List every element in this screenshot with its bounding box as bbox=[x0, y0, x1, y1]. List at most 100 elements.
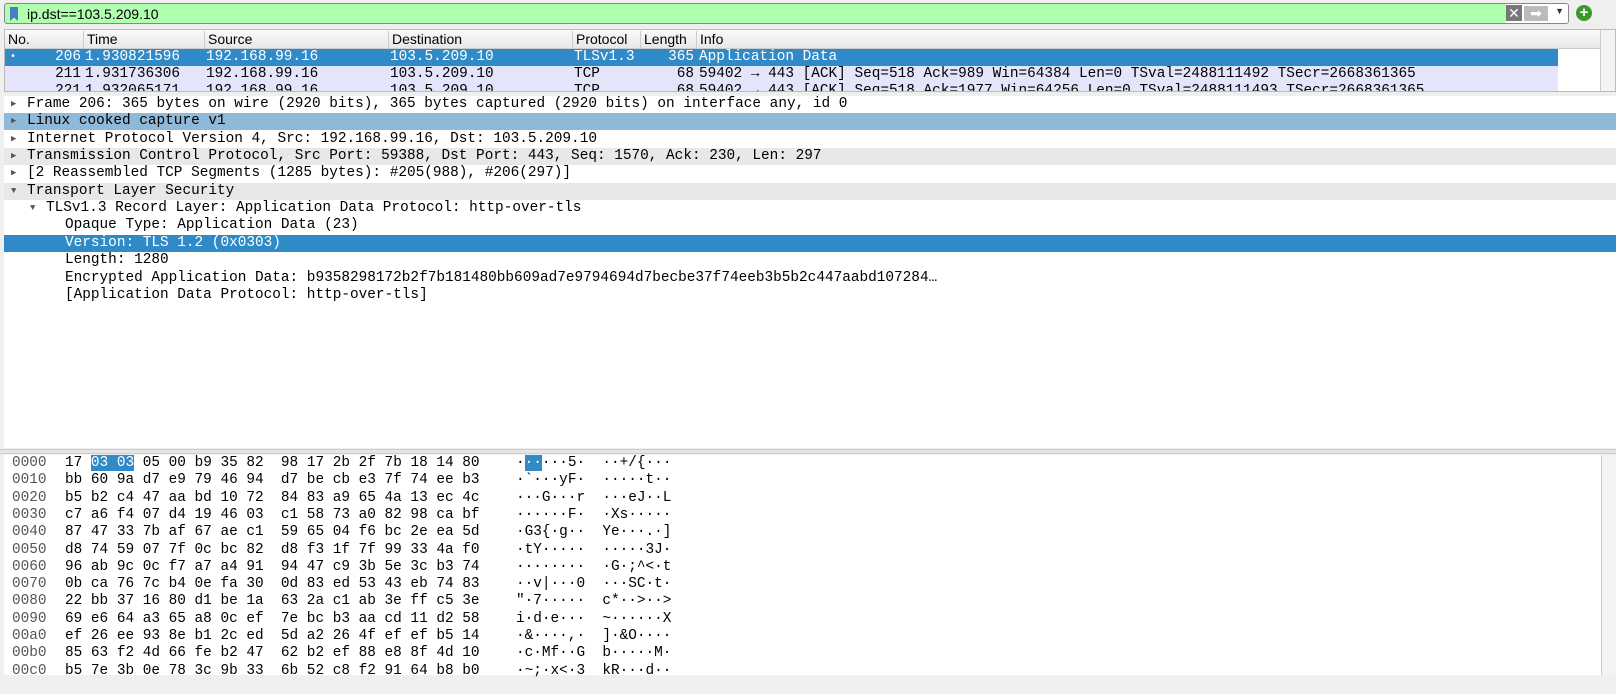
ascii-group: ·&····,· ]·&O···· bbox=[516, 628, 672, 644]
hex-offset: 0080 bbox=[12, 593, 47, 610]
detail-row[interactable]: [Application Data Protocol: http-over-tl… bbox=[4, 287, 1616, 304]
detail-text: Encrypted Application Data: b9358298172b… bbox=[65, 269, 938, 286]
detail-text: Transport Layer Security bbox=[27, 182, 235, 199]
chevron-down-icon[interactable]: ▼ bbox=[1555, 6, 1564, 16]
hex-row: 0060 96 ab 9c 0c f7 a7 a4 91 94 47 c9 3b … bbox=[4, 559, 1594, 576]
hex-byte-group: 85 63 f2 4d 66 fe b2 47 62 b2 ef 88 e8 8… bbox=[65, 645, 480, 662]
collapsed-arrow-icon[interactable]: ▶ bbox=[11, 165, 16, 182]
cell-time: 1.930821596 bbox=[85, 49, 180, 65]
cell-dst: 103.5.209.10 bbox=[390, 66, 494, 82]
hex-row: 0040 87 47 33 7b af 67 ae c1 59 65 04 f6 … bbox=[4, 524, 1594, 541]
detail-row[interactable]: ▼ Transport Layer Security bbox=[4, 182, 1616, 200]
detail-row[interactable]: ▶ [2 Reassembled TCP Segments (1285 bytes… bbox=[4, 165, 1616, 182]
hex-row: 0080 22 bb 37 16 80 d1 be 1a 63 2a c1 ab … bbox=[4, 593, 1594, 610]
expanded-arrow-icon[interactable]: ▼ bbox=[11, 183, 16, 200]
column-length[interactable]: Length bbox=[640, 31, 687, 49]
detail-row[interactable]: ▶ Internet Protocol Version 4, Src: 192.1… bbox=[4, 131, 1616, 148]
column-protocol[interactable]: Protocol bbox=[572, 31, 627, 49]
detail-row[interactable]: ▼ TLSv1.3 Record Layer: Application Data … bbox=[4, 200, 1616, 217]
plus-icon[interactable]: + bbox=[1576, 5, 1592, 21]
detail-row[interactable]: Encrypted Application Data: b9358298172b… bbox=[4, 270, 1616, 287]
collapsed-arrow-icon[interactable]: ▶ bbox=[11, 113, 16, 130]
hex-row: 00c0 b5 7e 3b 0e 78 3c 9b 33 6b 52 c8 f2 … bbox=[4, 663, 1594, 680]
hex-ascii[interactable]: "·7····· c*··>··> bbox=[516, 593, 671, 610]
hex-bytes[interactable]: b5 b2 c4 47 aa bd 10 72 84 83 a9 65 4a 1… bbox=[65, 490, 480, 507]
packet-row[interactable]: 221 1.932065171 192.168.99.16 103.5.209.10 T… bbox=[5, 83, 1558, 92]
hex-bytes[interactable]: 22 bb 37 16 80 d1 be 1a 63 2a c1 ab 3e f… bbox=[65, 593, 480, 610]
column-no[interactable]: No. bbox=[5, 31, 30, 49]
detail-row[interactable]: Opaque Type: Application Data (23) bbox=[4, 217, 1616, 234]
hex-offset: 00b0 bbox=[12, 645, 47, 662]
hex-row: 0010 bb 60 9a d7 e9 79 46 94 d7 be cb e3 … bbox=[4, 472, 1594, 489]
detail-text: Length: 1280 bbox=[65, 252, 169, 269]
bookmark-icon[interactable] bbox=[10, 7, 18, 21]
hex-row: 0090 69 e6 64 a3 65 a8 0c ef 7e bc b3 aa … bbox=[4, 611, 1594, 628]
hex-bytes[interactable]: c7 a6 f4 07 d4 19 46 03 c1 58 73 a0 82 9… bbox=[65, 507, 480, 524]
hex-row: 00b0 85 63 f2 4d 66 fe b2 47 62 b2 ef 88 … bbox=[4, 645, 1594, 662]
hex-byte-group: 05 00 b9 35 82 98 17 2b 2f 7b 18 14 80 bbox=[142, 455, 480, 471]
hex-ascii[interactable]: ········ ·G·;^<·t bbox=[516, 559, 671, 576]
cell-info: 59402 → 443 [ACK] Seq=518 Ack=989 Win=64… bbox=[699, 66, 1416, 82]
detail-row[interactable]: ▶ Transmission Control Protocol, Src Port… bbox=[4, 148, 1616, 166]
arrow-right-icon[interactable]: ➡ bbox=[1524, 6, 1548, 21]
hex-ascii[interactable]: ·G3{·g·· Ye···.·] bbox=[516, 524, 671, 541]
ascii-group: ·tY····· ·····3J· bbox=[516, 541, 672, 558]
expanded-arrow-icon[interactable]: ▼ bbox=[30, 200, 35, 217]
hex-bytes[interactable]: 85 63 f2 4d 66 fe b2 47 62 b2 ef 88 e8 8… bbox=[65, 645, 480, 662]
hex-offset: 0010 bbox=[12, 472, 47, 489]
column-info[interactable]: Info bbox=[696, 31, 1566, 49]
hex-bytes[interactable]: ef 26 ee 93 8e b1 2c ed 5d a2 26 4f ef e… bbox=[65, 628, 480, 645]
hex-ascii[interactable]: ··v|···0 ···SC·t· bbox=[516, 576, 671, 593]
collapsed-arrow-icon[interactable]: ▶ bbox=[11, 148, 16, 165]
hex-ascii[interactable]: ·&····,· ]·&O···· bbox=[516, 628, 671, 645]
ascii-group: ··v|···0 ···SC·t· bbox=[516, 576, 672, 593]
hex-bytes[interactable]: b5 7e 3b 0e 78 3c 9b 33 6b 52 c8 f2 91 6… bbox=[65, 663, 480, 680]
hex-ascii[interactable]: ·c·Mf··G b·····M· bbox=[516, 645, 671, 662]
detail-text: Internet Protocol Version 4, Src: 192.16… bbox=[27, 130, 597, 147]
hex-row: 00a0 ef 26 ee 93 8e b1 2c ed 5d a2 26 4f … bbox=[4, 628, 1594, 645]
cell-no: 206 bbox=[55, 49, 81, 65]
detail-row[interactable]: Version: TLS 1.2 (0x0303) bbox=[4, 234, 1616, 252]
hex-offset: 0000 bbox=[12, 455, 47, 471]
collapsed-arrow-icon[interactable]: ▶ bbox=[11, 131, 16, 148]
column-source[interactable]: Source bbox=[204, 31, 252, 49]
cell-proto: TLSv1.3 bbox=[574, 49, 635, 65]
pane-splitter[interactable] bbox=[0, 449, 1616, 454]
collapsed-arrow-icon[interactable]: ▶ bbox=[11, 96, 16, 113]
detail-row[interactable]: ▶ Linux cooked capture v1 bbox=[4, 113, 1616, 131]
detail-row[interactable]: Length: 1280 bbox=[4, 252, 1616, 269]
hex-offset: 0050 bbox=[12, 541, 47, 558]
column-time[interactable]: Time bbox=[83, 31, 118, 49]
filter-text[interactable]: ip.dst==103.5.209.10 bbox=[27, 6, 159, 22]
hex-ascii[interactable]: ···G···r ···eJ··L bbox=[516, 490, 671, 507]
cell-dst: 103.5.209.10 bbox=[390, 83, 494, 92]
hex-bytes[interactable]: d8 74 59 07 7f 0c bc 82 d8 f3 1f 7f 99 3… bbox=[65, 542, 480, 559]
hex-ascii[interactable]: ······F· ·Xs····· bbox=[516, 507, 671, 524]
hex-bytes[interactable]: 17 03 03 05 00 b9 35 82 98 17 2b 2f 7b 1… bbox=[65, 455, 480, 472]
cell-len: 68 bbox=[676, 66, 694, 82]
packet-row[interactable]: • 206 1.930821596 192.168.99.16 103.5.209.10… bbox=[5, 49, 1558, 66]
hex-bytes[interactable]: 96 ab 9c 0c f7 a7 a4 91 94 47 c9 3b 5e 3… bbox=[65, 559, 480, 576]
packet-bytes-scrollbar[interactable] bbox=[1601, 455, 1616, 675]
hex-bytes[interactable]: 87 47 33 7b af 67 ae c1 59 65 04 f6 bc 2… bbox=[65, 524, 480, 541]
hex-bytes[interactable]: 69 e6 64 a3 65 a8 0c ef 7e bc b3 aa cd 1… bbox=[65, 611, 480, 628]
packet-row[interactable]: 211 1.931736306 192.168.99.16 103.5.209.10 T… bbox=[5, 66, 1558, 83]
cell-no: 211 bbox=[55, 66, 81, 82]
column-destination[interactable]: Destination bbox=[388, 31, 462, 49]
packet-list-scrollbar[interactable] bbox=[1600, 30, 1615, 91]
hex-bytes[interactable]: 0b ca 76 7c b4 0e fa 30 0d 83 ed 53 43 e… bbox=[65, 576, 480, 593]
clear-icon[interactable]: ✕ bbox=[1506, 5, 1522, 21]
hex-ascii[interactable]: i·d·e··· ~······X bbox=[516, 611, 671, 628]
detail-row[interactable]: ▶ Frame 206: 365 bytes on wire (2920 bits… bbox=[4, 96, 1616, 113]
hex-row: 0070 0b ca 76 7c b4 0e fa 30 0d 83 ed 53 … bbox=[4, 576, 1594, 593]
hex-byte-group: 87 47 33 7b af 67 ae c1 59 65 04 f6 bc 2… bbox=[65, 524, 480, 541]
hex-ascii[interactable]: ·~;·x<·3 kR···d·· bbox=[516, 663, 671, 680]
cell-time: 1.932065171 bbox=[85, 83, 180, 92]
display-filter-input[interactable]: ip.dst==103.5.209.10 ✕ ➡ ▼ bbox=[4, 3, 1569, 24]
detail-text: Frame 206: 365 bytes on wire (2920 bits)… bbox=[27, 96, 848, 112]
hex-bytes[interactable]: bb 60 9a d7 e9 79 46 94 d7 be cb e3 7f 7… bbox=[65, 472, 480, 489]
hex-ascii[interactable]: ·`···yF· ·····t·· bbox=[516, 472, 671, 489]
hex-ascii[interactable]: ·tY····· ·····3J· bbox=[516, 542, 671, 559]
hex-byte: 17 bbox=[65, 455, 83, 471]
hex-ascii[interactable]: ······5· ··+/{··· bbox=[516, 455, 671, 472]
